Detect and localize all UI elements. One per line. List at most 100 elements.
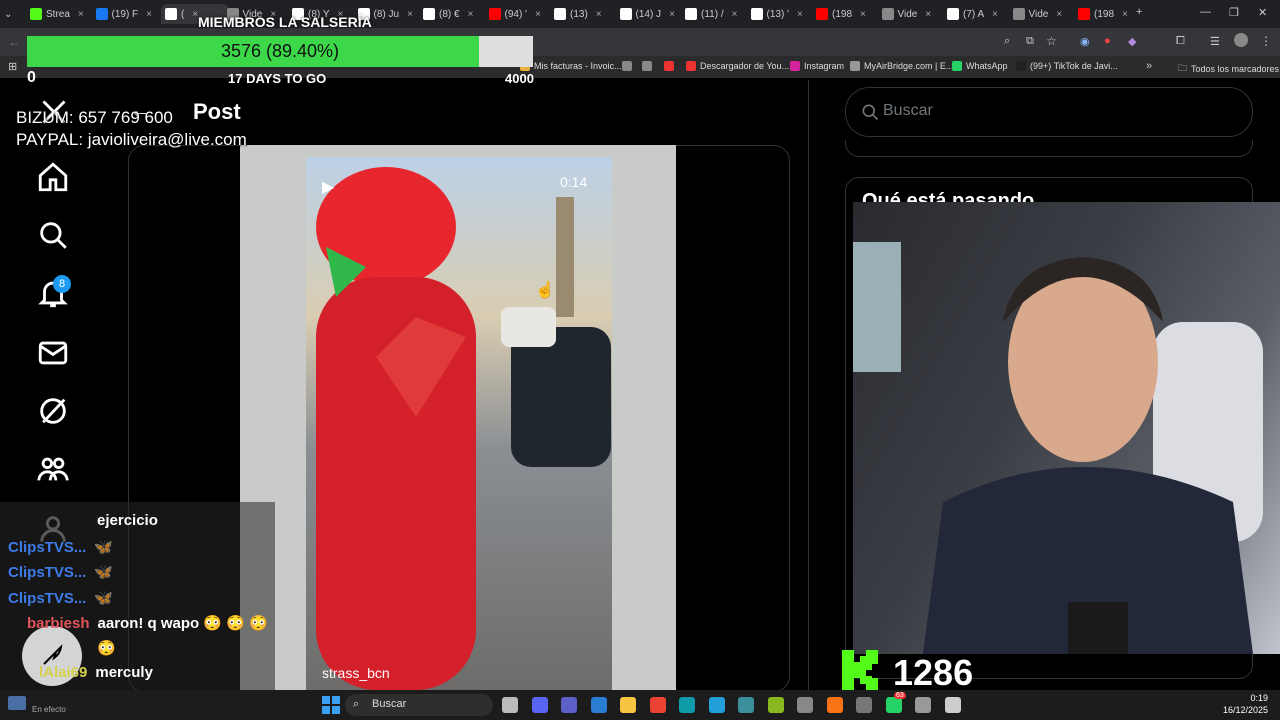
windows-start-icon[interactable] xyxy=(322,696,340,714)
browser-tab[interactable]: (94) ' × xyxy=(488,4,549,24)
browser-tab[interactable]: (198 × xyxy=(1078,4,1138,24)
chat-text: 🦋 xyxy=(94,564,114,581)
bookmark-item[interactable] xyxy=(622,61,636,71)
tab-title: ( xyxy=(181,8,185,20)
browser-tab[interactable]: Strea × xyxy=(30,4,90,24)
tab-favicon-icon xyxy=(947,8,959,20)
search-icon[interactable] xyxy=(36,218,70,252)
bookmark-item[interactable]: MyAirBridge.com | E... xyxy=(850,61,953,71)
taskbar-app-icon[interactable] xyxy=(679,697,695,713)
tab-close-icon[interactable]: × xyxy=(992,9,998,20)
bookmark-item[interactable]: WhatsApp xyxy=(952,61,1008,71)
back-icon[interactable]: ← xyxy=(8,35,20,49)
grok-icon[interactable] xyxy=(36,394,70,428)
goal-max: 4000 xyxy=(505,71,534,86)
bookmark-favicon-icon xyxy=(850,61,860,71)
tab-favicon-icon xyxy=(619,8,632,20)
taskbar-app-icon[interactable] xyxy=(826,697,843,713)
extensions-puzzle-icon[interactable]: ⧠ xyxy=(1176,35,1185,48)
tab-close-icon[interactable]: × xyxy=(925,9,931,20)
taskbar-app-icon[interactable] xyxy=(502,697,518,713)
taskbar-app-icon[interactable] xyxy=(561,697,577,713)
taskbar-search[interactable]: ⌕ xyxy=(345,694,493,716)
tab-close-icon[interactable]: × xyxy=(596,9,602,20)
taskbar-app-icon[interactable] xyxy=(944,697,961,713)
tab-list-button[interactable]: ⌄ xyxy=(4,4,12,24)
taskbar-app-icon[interactable] xyxy=(738,697,754,713)
bookmark-label: Instagram xyxy=(804,61,845,71)
browser-tab[interactable]: (13) × xyxy=(554,4,614,24)
browser-tab[interactable]: Vide × xyxy=(1012,4,1073,24)
bookmark-item[interactable] xyxy=(642,61,656,71)
bookmark-favicon-icon xyxy=(622,61,632,71)
tab-favicon-icon xyxy=(95,8,108,20)
bookmark-item[interactable]: Instagram xyxy=(790,61,844,71)
browser-tab[interactable]: (8) € × xyxy=(423,4,483,24)
weather-icon[interactable] xyxy=(8,696,26,710)
taskbar-app-icon[interactable] xyxy=(915,697,931,713)
tab-close-icon[interactable]: × xyxy=(1122,9,1128,20)
browser-tab[interactable]: (198 × xyxy=(816,4,876,24)
browser-tab[interactable]: (11) / × xyxy=(685,4,745,24)
tab-close-icon[interactable]: × xyxy=(407,9,413,20)
search-icon: ⌕ xyxy=(353,698,360,710)
all-bookmarks-folder[interactable]: 🗀 Todos los marcadores xyxy=(1178,61,1279,77)
home-icon[interactable] xyxy=(36,160,70,194)
minimize-button[interactable]: — xyxy=(1200,6,1211,18)
tab-close-icon[interactable]: × xyxy=(468,9,474,20)
extension-icon[interactable]: ● xyxy=(1104,35,1111,47)
goal-days-left: 17 DAYS TO GO xyxy=(228,71,327,86)
taskbar-app-icon[interactable] xyxy=(649,697,666,713)
reel-icon: ▶ xyxy=(322,179,335,196)
taskbar-app-icon[interactable] xyxy=(590,697,607,713)
taskbar-app-icon[interactable] xyxy=(885,697,902,713)
extension-icon[interactable]: ◆ xyxy=(1128,35,1136,48)
taskbar-app-icon[interactable] xyxy=(531,697,548,713)
bookmark-item[interactable]: (99+) TikTok de Javi... xyxy=(1016,61,1118,71)
messages-envelope-icon[interactable] xyxy=(36,336,70,370)
goal-title: MIEMBROS LA SALSERÍA xyxy=(198,14,372,30)
media-icon[interactable]: ☰ xyxy=(1210,35,1220,48)
browser-tab-bar: ⌄ Strea × (19) F ×(× Vide × (8) Y × (8) Ju × (8) €… xyxy=(0,0,1280,28)
install-app-icon[interactable]: ⧉ xyxy=(1026,35,1034,48)
browser-tab[interactable]: (19) F × xyxy=(95,4,156,24)
taskbar-app-icon[interactable] xyxy=(620,697,636,713)
tab-close-icon[interactable]: × xyxy=(1056,9,1062,20)
tab-favicon-icon xyxy=(881,8,894,20)
browser-tab[interactable]: Vide × xyxy=(881,4,942,24)
more-bookmarks-icon[interactable]: » xyxy=(1146,60,1152,72)
tab-title: Strea xyxy=(46,8,70,20)
taskbar-app-icon[interactable] xyxy=(856,697,872,713)
menu-icon[interactable]: ⋮ xyxy=(1260,34,1272,48)
tab-close-icon[interactable]: × xyxy=(535,9,541,20)
taskbar-app-icon[interactable] xyxy=(767,697,784,713)
taskbar-app-icon[interactable] xyxy=(797,697,813,713)
tab-close-icon[interactable]: × xyxy=(669,9,675,20)
bookmark-item[interactable]: Mis facturas - Invoic... xyxy=(520,61,622,71)
tab-close-icon[interactable]: × xyxy=(797,9,803,20)
tab-close-icon[interactable]: × xyxy=(78,9,84,20)
bookmark-item[interactable]: Descargador de You... xyxy=(686,61,789,71)
kick-logo-icon xyxy=(842,650,878,690)
browser-tab[interactable]: (14) J × xyxy=(619,4,680,24)
bookmark-star-icon[interactable]: ☆ xyxy=(1046,34,1057,48)
tab-close-icon[interactable]: × xyxy=(732,9,738,20)
browser-tab[interactable]: (7) A × xyxy=(947,4,1007,24)
goal-progress-text: 3576 (89.40%) xyxy=(220,41,340,61)
profile-avatar[interactable] xyxy=(1234,33,1248,47)
chat-text: merculy xyxy=(95,664,153,681)
new-tab-button[interactable]: + xyxy=(1136,6,1142,18)
tab-close-icon[interactable]: × xyxy=(860,9,866,20)
extension-icon[interactable]: ◉ xyxy=(1080,35,1090,48)
clock-time: 0:19 xyxy=(1250,693,1268,703)
taskbar-app-icon[interactable] xyxy=(708,697,725,713)
search-icon xyxy=(862,104,879,121)
maximize-button[interactable]: ❐ xyxy=(1229,6,1239,19)
communities-icon[interactable] xyxy=(36,452,70,486)
tab-close-icon[interactable]: × xyxy=(146,9,152,20)
bookmark-item[interactable] xyxy=(664,61,678,71)
apps-grid-icon[interactable]: ⊞ xyxy=(8,60,17,73)
close-window-button[interactable]: ✕ xyxy=(1258,6,1267,19)
zoom-icon[interactable]: ⌕ xyxy=(1004,35,1010,48)
browser-tab[interactable]: (13) ' × xyxy=(750,4,811,24)
